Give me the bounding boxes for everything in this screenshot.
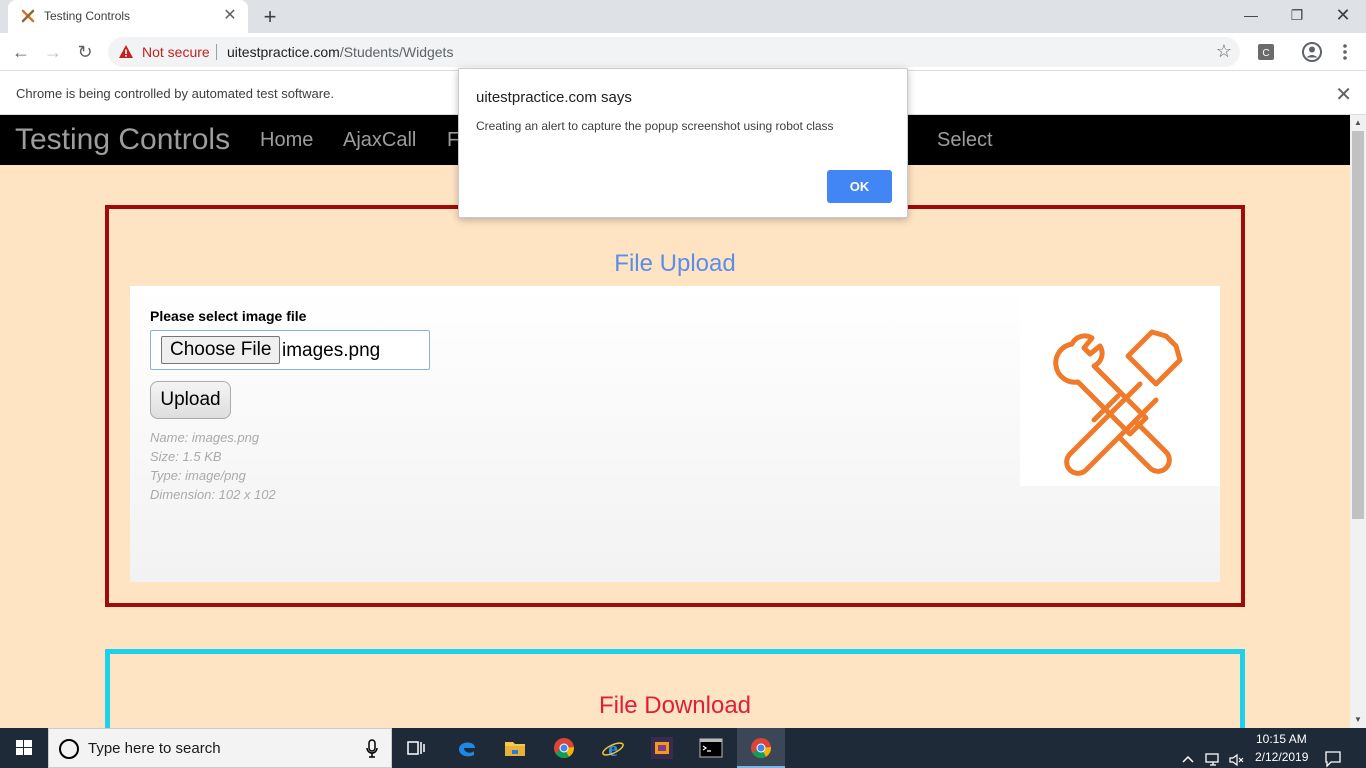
scroll-up-arrow-icon[interactable]: ▲ xyxy=(1350,115,1366,131)
nav-select[interactable]: Select xyxy=(937,129,993,152)
chrome-icon xyxy=(751,738,771,759)
microphone-icon[interactable] xyxy=(365,739,379,759)
page-scrollbar[interactable]: ▲ ▼ xyxy=(1350,115,1366,728)
profile-icon[interactable] xyxy=(1301,41,1323,63)
site-brand[interactable]: Testing Controls xyxy=(15,123,230,157)
scroll-down-arrow-icon[interactable]: ▼ xyxy=(1350,712,1366,728)
tab-close-icon[interactable]: ✕ xyxy=(220,6,240,26)
selected-file-name: images.png xyxy=(282,340,381,361)
taskbar-search-placeholder: Type here to search xyxy=(88,740,221,757)
alert-ok-button[interactable]: OK xyxy=(827,170,892,203)
taskbar-internet-explorer[interactable]: e xyxy=(589,728,637,768)
reload-button[interactable]: ↻ xyxy=(72,39,98,65)
cortana-icon xyxy=(59,739,79,759)
clock-date[interactable]: 2/12/2019 xyxy=(1255,750,1308,764)
game-app-icon xyxy=(651,737,673,759)
image-preview xyxy=(1020,286,1220,486)
file-download-title: File Download xyxy=(598,692,752,719)
hammer-wrench-icon xyxy=(1053,329,1183,476)
select-file-label: Please select image file xyxy=(150,308,307,324)
svg-text:C: C xyxy=(1262,48,1269,59)
infobar-text: Chrome is being controlled by automated … xyxy=(16,86,334,101)
address-bar[interactable]: Not secure uitestpractice.com/Students/W… xyxy=(108,37,1240,67)
infobar-close-icon[interactable]: ✕ xyxy=(1335,82,1352,107)
file-meta-size: Size: 1.5 KB xyxy=(150,449,222,464)
taskbar-chrome-active[interactable] xyxy=(737,728,785,768)
menu-dots-icon[interactable] xyxy=(1334,41,1356,63)
network-icon[interactable] xyxy=(1204,740,1222,768)
js-alert-dialog: uitestpractice.com says Creating an aler… xyxy=(458,68,908,218)
taskbar-edge[interactable] xyxy=(443,728,491,768)
url-host: uitestpractice.com xyxy=(227,44,340,60)
file-meta-name: Name: images.png xyxy=(150,430,260,445)
svg-text:e: e xyxy=(608,736,618,760)
upload-card: Please select image file Choose File ima… xyxy=(130,286,1220,582)
choose-file-button[interactable]: Choose File xyxy=(161,336,281,364)
taskbar-search-box[interactable]: Type here to search xyxy=(48,728,392,768)
minimize-button[interactable]: — xyxy=(1228,0,1274,30)
tab-strip: Testing Controls ✕ + — ❐ ✕ xyxy=(0,0,1366,33)
alert-message: Creating an alert to capture the popup s… xyxy=(476,119,834,133)
start-button[interactable] xyxy=(0,728,48,768)
nav-ajaxcall[interactable]: AjaxCall xyxy=(343,129,416,152)
new-tab-button[interactable]: + xyxy=(258,5,282,29)
back-button[interactable]: ← xyxy=(8,39,34,65)
command-prompt-icon xyxy=(699,738,723,758)
internet-explorer-icon: e xyxy=(602,736,624,760)
extension-icon[interactable]: C xyxy=(1255,41,1277,63)
task-view-icon xyxy=(407,741,425,755)
tab-title: Testing Controls xyxy=(44,9,131,23)
url-path: /Students/Widgets xyxy=(339,44,454,60)
url-text[interactable]: uitestpractice.com/Students/Widgets xyxy=(227,44,453,60)
close-window-button[interactable]: ✕ xyxy=(1320,0,1366,30)
windows-logo-icon xyxy=(16,740,32,755)
file-upload-panel: File Upload Please select image file Cho… xyxy=(105,205,1245,607)
security-label[interactable]: Not secure xyxy=(142,44,210,60)
edge-icon xyxy=(459,742,475,757)
browser-toolbar: ← → ↻ Not secure uitestpractice.com/Stud… xyxy=(0,33,1366,71)
restore-button[interactable]: ❐ xyxy=(1274,0,1320,30)
alert-title: uitestpractice.com says xyxy=(476,89,632,106)
browser-tab[interactable]: Testing Controls ✕ xyxy=(8,0,248,33)
nav-home[interactable]: Home xyxy=(260,129,313,152)
volume-muted-icon[interactable] xyxy=(1228,740,1246,768)
forward-button[interactable]: → xyxy=(40,39,66,65)
file-download-panel: File Download xyxy=(105,649,1245,728)
clock-time[interactable]: 10:15 AM xyxy=(1256,732,1307,746)
upload-button[interactable]: Upload xyxy=(150,381,231,419)
taskbar-chrome[interactable] xyxy=(540,728,588,768)
chrome-icon xyxy=(554,738,574,759)
file-input[interactable]: Choose File images.png xyxy=(150,330,430,370)
file-meta-type: Type: image/png xyxy=(150,468,246,483)
warning-icon xyxy=(119,45,133,58)
bookmark-star-icon[interactable]: ☆ xyxy=(1216,41,1232,62)
show-hidden-icons-chevron-icon[interactable] xyxy=(1180,740,1196,768)
scrollbar-thumb[interactable] xyxy=(1352,131,1364,519)
taskbar-file-explorer[interactable] xyxy=(491,728,539,768)
windows-taskbar: Type here to search e 10:15 AM 2/12/2019 xyxy=(0,728,1366,768)
folder-icon xyxy=(505,742,525,756)
omnibox-divider xyxy=(216,44,217,60)
taskbar-command-prompt[interactable] xyxy=(687,728,735,768)
file-upload-title: File Upload xyxy=(614,250,736,277)
tools-favicon-icon xyxy=(21,9,35,23)
action-center-icon[interactable] xyxy=(1324,739,1342,768)
task-view-button[interactable] xyxy=(392,728,440,768)
taskbar-game-app[interactable] xyxy=(638,728,686,768)
file-meta-dimension: Dimension: 102 x 102 xyxy=(150,487,276,502)
